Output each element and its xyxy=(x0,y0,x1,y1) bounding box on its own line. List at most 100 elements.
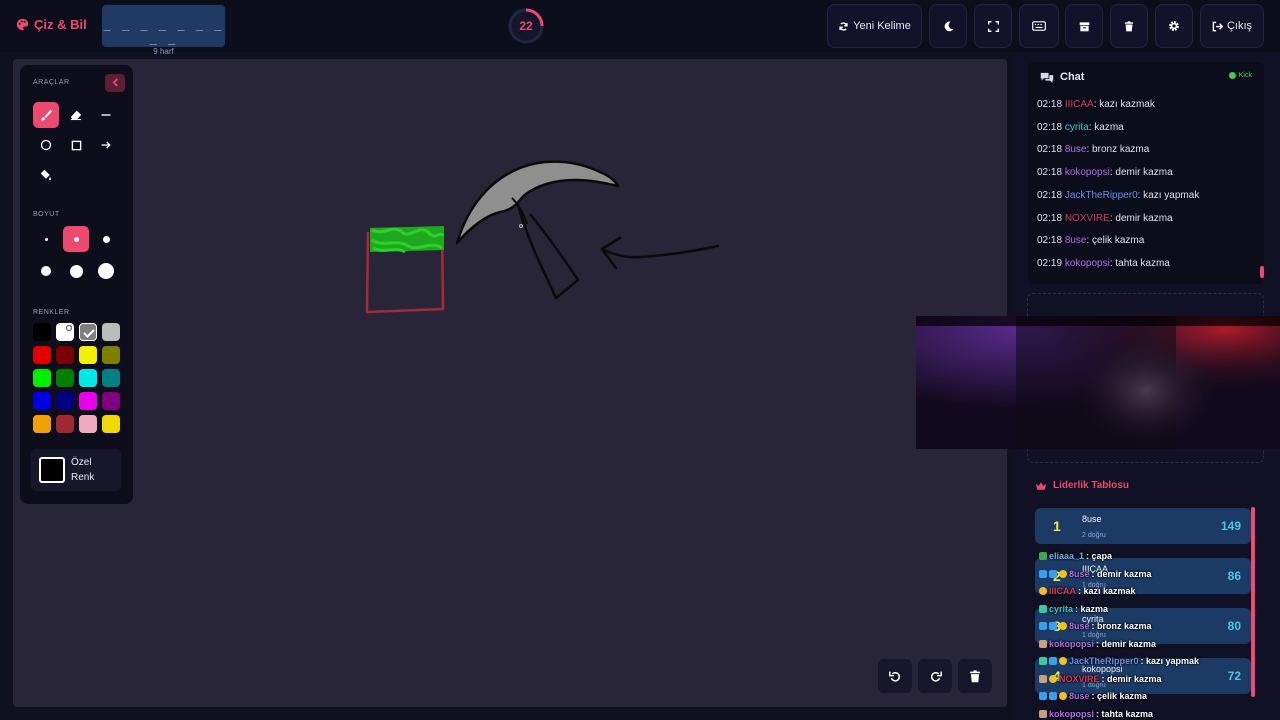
redo-button[interactable] xyxy=(918,659,952,693)
line-tool[interactable] xyxy=(93,102,119,128)
eraser-icon xyxy=(70,110,82,121)
word-mask: _ _ _ _ _ _ _ _ _ xyxy=(103,17,224,45)
size-option-5[interactable] xyxy=(63,258,89,284)
overlay-username: JackTheRipper0 xyxy=(1069,656,1139,666)
logout-icon xyxy=(1212,21,1223,31)
clear-canvas-button[interactable] xyxy=(958,659,992,693)
color-swatch[interactable] xyxy=(33,346,51,364)
chat-username: 8use xyxy=(1064,235,1087,247)
refresh-icon xyxy=(839,21,848,31)
chat-message: 02:18 NOXVIRE: demir kazma xyxy=(1037,213,1173,224)
user-badge-icon xyxy=(1049,674,1057,683)
chat-username: kokopopsi xyxy=(1064,257,1110,269)
settings-button[interactable] xyxy=(1155,4,1193,48)
user-badge-icon xyxy=(1049,622,1057,630)
color-swatch[interactable] xyxy=(79,369,97,387)
user-badge-icon xyxy=(1039,709,1047,718)
user-badge-icon xyxy=(1059,692,1067,700)
chat-message: 02:18 cyrita: kazma xyxy=(1037,122,1124,133)
theme-toggle-button[interactable] xyxy=(929,4,967,48)
drawing-canvas[interactable] xyxy=(13,59,1007,707)
color-swatch[interactable] xyxy=(33,392,51,410)
color-swatch[interactable] xyxy=(56,369,74,387)
color-swatch[interactable] xyxy=(102,346,120,364)
arrow-tool[interactable] xyxy=(93,132,119,158)
user-badge-icon xyxy=(1039,604,1047,613)
rectangle-tool[interactable] xyxy=(63,132,89,158)
overlay-text: : çelik kazma xyxy=(1091,691,1148,701)
app-logo: Çiz & Bil xyxy=(16,17,87,32)
undo-icon xyxy=(888,671,900,682)
color-swatch[interactable] xyxy=(56,323,74,341)
color-swatch[interactable] xyxy=(56,346,74,364)
fill-tool[interactable] xyxy=(33,162,59,188)
color-swatch[interactable] xyxy=(102,369,120,387)
circle-tool[interactable] xyxy=(33,132,59,158)
user-badge-icon xyxy=(1059,657,1067,665)
palette-icon xyxy=(16,18,29,31)
overlay-text: : bronz kazma xyxy=(1091,621,1152,631)
color-swatch[interactable] xyxy=(79,346,97,364)
undo-button[interactable] xyxy=(878,659,912,693)
fill-icon xyxy=(40,169,51,181)
brush-tool[interactable] xyxy=(33,102,59,128)
color-swatch[interactable] xyxy=(102,392,120,410)
platform-label: Kick xyxy=(1238,72,1252,79)
archive-icon xyxy=(1079,21,1089,31)
fullscreen-button[interactable] xyxy=(974,4,1012,48)
color-swatch[interactable] xyxy=(33,323,51,341)
size-option-6[interactable] xyxy=(93,258,119,284)
clear-button[interactable] xyxy=(1110,4,1148,48)
new-word-button[interactable]: Yeni Kelime xyxy=(827,4,922,48)
size-option-1[interactable] xyxy=(33,226,59,252)
colors-section-label: RENKLER xyxy=(33,309,70,316)
chat-message: 02:18 8use: bronz kazma xyxy=(1037,144,1149,155)
top-bar: Çiz & Bil _ _ _ _ _ _ _ _ _ 9 harf 22 Ye… xyxy=(0,0,1280,56)
chat-text: : demir kazma xyxy=(1109,212,1173,224)
chat-message: 02:19 kokopopsi: tahta kazma xyxy=(1037,258,1170,269)
eraser-tool[interactable] xyxy=(63,102,89,128)
chat-text: : demir kazma xyxy=(1109,167,1173,179)
color-swatch[interactable] xyxy=(79,323,97,341)
chevron-left-icon xyxy=(112,78,118,87)
exit-button[interactable]: Çıkış xyxy=(1200,4,1264,48)
overlay-chat-message: IIICAA : kazı kazmak xyxy=(1039,586,1136,596)
color-swatch[interactable] xyxy=(79,415,97,433)
size-option-2[interactable] xyxy=(63,226,89,252)
check-icon xyxy=(83,329,95,338)
user-badge-icon xyxy=(1049,569,1057,578)
user-badge-icon xyxy=(1049,692,1057,700)
color-swatch[interactable] xyxy=(33,415,51,433)
color-swatch[interactable] xyxy=(56,415,74,433)
color-swatch[interactable] xyxy=(102,415,120,433)
custom-color-label: Özel Renk xyxy=(71,457,95,483)
size-option-3[interactable] xyxy=(93,226,119,252)
color-swatch[interactable] xyxy=(33,369,51,387)
color-swatch[interactable] xyxy=(56,392,74,410)
timer-value: 22 xyxy=(519,19,533,33)
custom-color-picker[interactable]: Özel Renk xyxy=(31,449,121,491)
color-swatch[interactable] xyxy=(79,392,97,410)
chat-text: : tahta kazma xyxy=(1109,257,1170,269)
overlay-text: : tahta kazma xyxy=(1096,708,1154,719)
size-option-4[interactable] xyxy=(33,258,59,284)
user-badge-icon xyxy=(1039,587,1047,595)
chat-text: : kazı yapmak xyxy=(1137,189,1200,201)
archive-button[interactable] xyxy=(1065,4,1103,48)
keyboard-button[interactable] xyxy=(1019,4,1059,48)
user-badge-icon xyxy=(1039,692,1047,700)
chat-time: 02:18 xyxy=(1037,189,1065,201)
user-badge-icon xyxy=(1039,639,1047,648)
chat-username: cyrita xyxy=(1064,121,1089,133)
arrow-icon xyxy=(101,141,111,149)
leaderboard-score: 86 xyxy=(1227,569,1241,583)
overlay-chat-message: eliaaa_1 : çapa xyxy=(1039,551,1112,561)
leaderboard-title: Liderlik Tablosu xyxy=(1053,480,1129,491)
chat-scrollbar[interactable] xyxy=(1260,266,1264,278)
collapse-panel-button[interactable] xyxy=(105,74,125,92)
leaderboard-scrollbar[interactable] xyxy=(1251,507,1255,697)
color-swatch[interactable] xyxy=(102,323,120,341)
overlay-chat-message: NOXVIRE : demir kazma xyxy=(1039,674,1162,684)
chat-username: kokopopsi xyxy=(1064,167,1110,179)
chat-username: 8use xyxy=(1064,144,1087,156)
